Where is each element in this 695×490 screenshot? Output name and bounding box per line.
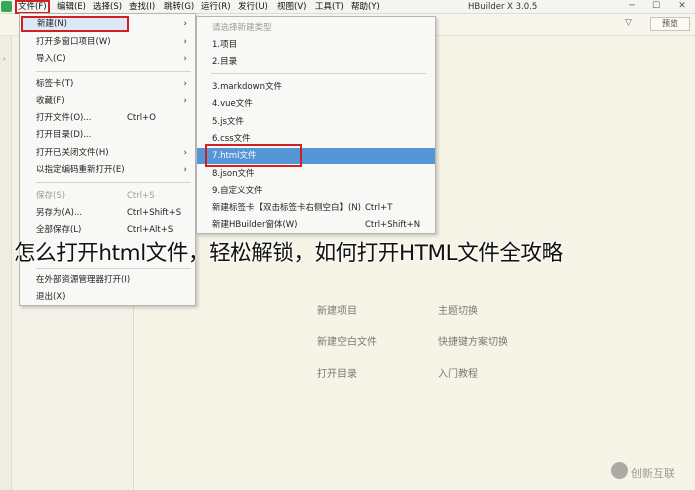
menu-item-label: 5.js文件	[212, 117, 244, 127]
menu-tools[interactable]: 工具(T)	[314, 1, 345, 13]
menu-item-label: 以指定编码重新打开(E)	[36, 165, 125, 175]
left-gutter: ›	[0, 36, 12, 490]
menu-item-new-directory[interactable]: 2.目录	[197, 54, 435, 70]
menu-file[interactable]: 文件(F)	[15, 0, 50, 14]
menu-item-label: 退出(X)	[36, 292, 66, 302]
new-submenu: 请选择新建类型 1.项目 2.目录 3.markdown文件 4.vue文件 5…	[196, 16, 436, 234]
close-button[interactable]: ✕	[672, 0, 692, 13]
menu-item-shortcut: Ctrl+O	[127, 113, 156, 123]
menu-item-label: 新建HBuilder窗体(W)	[212, 220, 298, 230]
menu-item-label: 9.自定义文件	[212, 186, 263, 196]
menu-item-shortcut: Ctrl+T	[365, 203, 393, 213]
menu-separator	[36, 268, 191, 269]
menu-edit[interactable]: 编辑(E)	[56, 1, 87, 13]
menu-item-open-file[interactable]: 打开文件(O)... Ctrl+O	[20, 110, 195, 126]
overlay-caption: 怎么打开html文件，轻松解锁，如何打开HTML文件全攻略	[14, 241, 563, 266]
welcome-link-keymap[interactable]: 快捷键方案切换	[438, 333, 508, 348]
menu-item-reopen-encoding[interactable]: 以指定编码重新打开(E) ›	[20, 162, 195, 178]
menu-run[interactable]: 运行(R)	[200, 1, 232, 13]
welcome-link-new-file[interactable]: 新建空白文件	[317, 333, 377, 348]
welcome-link-new-project[interactable]: 新建项目	[317, 302, 357, 317]
highlight-box	[205, 144, 302, 167]
chevron-right-icon: ›	[183, 165, 187, 175]
menu-item-shortcut: Ctrl+Shift+N	[365, 220, 421, 230]
chevron-right-icon: ›	[183, 79, 187, 89]
menu-item-label: 3.markdown文件	[212, 82, 282, 92]
menu-item-label: 保存(S)	[36, 191, 66, 201]
menu-item-shortcut: Ctrl+S	[127, 191, 155, 201]
menu-item-new-js[interactable]: 5.js文件	[197, 114, 435, 130]
maximize-button[interactable]: ☐	[646, 0, 666, 13]
menu-item-label: 4.vue文件	[212, 99, 253, 109]
menu-separator	[36, 71, 191, 72]
submenu-header-label: 请选择新建类型	[212, 23, 272, 33]
menu-item-shortcut: Ctrl+Shift+S	[127, 208, 182, 218]
menu-item-new-project[interactable]: 1.项目	[197, 37, 435, 53]
watermark-logo-icon	[611, 462, 628, 479]
window-title: HBuilder X 3.0.5	[468, 2, 538, 12]
menu-bar: 文件(F) 编辑(E) 选择(S) 查找(I) 跳转(G) 运行(R) 发行(U…	[0, 0, 695, 14]
menu-goto[interactable]: 跳转(G)	[163, 1, 195, 13]
menu-separator	[36, 182, 191, 183]
menu-item-label: 在外部资源管理器打开(I)	[36, 275, 131, 285]
menu-item-label: 导入(C)	[36, 54, 66, 64]
menu-item-open-closed-file[interactable]: 打开已关闭文件(H) ›	[20, 145, 195, 161]
preview-button[interactable]: 预览	[650, 17, 690, 31]
expand-arrow-icon[interactable]: ›	[3, 55, 6, 63]
menu-item-label: 打开多窗口项目(W)	[36, 37, 111, 47]
watermark-text: 创新互联	[631, 467, 675, 480]
welcome-link-open-dir[interactable]: 打开目录	[317, 365, 357, 380]
menu-item-label: 打开目录(D)...	[36, 130, 92, 140]
menu-item-label: 另存为(A)...	[36, 208, 83, 218]
menu-item-label: 打开文件(O)...	[36, 113, 92, 123]
menu-select[interactable]: 选择(S)	[92, 1, 123, 13]
menu-view[interactable]: 视图(V)	[276, 1, 307, 13]
hbuilder-logo-icon	[1, 1, 12, 12]
menu-publish[interactable]: 发行(U)	[237, 1, 269, 13]
menu-item-new-window[interactable]: 新建HBuilder窗体(W) Ctrl+Shift+N	[197, 217, 435, 233]
submenu-header: 请选择新建类型	[197, 20, 435, 36]
chevron-right-icon: ›	[183, 54, 187, 64]
menu-item-label: 8.json文件	[212, 169, 255, 179]
welcome-link-tutorial[interactable]: 入门教程	[438, 365, 478, 380]
menu-item-label: 收藏(F)	[36, 96, 65, 106]
menu-help[interactable]: 帮助(Y)	[350, 1, 381, 13]
menu-item-exit[interactable]: 退出(X)	[20, 289, 195, 305]
menu-item-open-multi-window[interactable]: 打开多窗口项目(W) ›	[20, 34, 195, 50]
menu-item-label: 打开已关闭文件(H)	[36, 148, 109, 158]
menu-item-new-vue[interactable]: 4.vue文件	[197, 96, 435, 112]
welcome-link-theme[interactable]: 主题切换	[438, 302, 478, 317]
menu-item-save[interactable]: 保存(S) Ctrl+S	[20, 188, 195, 204]
menu-item-save-as[interactable]: 另存为(A)... Ctrl+Shift+S	[20, 205, 195, 221]
funnel-icon[interactable]: ▽	[625, 18, 632, 28]
menu-item-new-markdown[interactable]: 3.markdown文件	[197, 79, 435, 95]
minimize-button[interactable]: ─	[622, 0, 642, 13]
menu-item-label: 1.项目	[212, 40, 238, 50]
menu-find[interactable]: 查找(I)	[128, 1, 156, 13]
menu-separator	[211, 73, 426, 74]
menu-item-label: 标签卡(T)	[36, 79, 74, 89]
menu-item-import[interactable]: 导入(C) ›	[20, 51, 195, 67]
menu-item-new[interactable]: 新建(N)	[21, 16, 129, 32]
menu-item-label: 新建标签卡【双击标签卡右侧空白】(N)	[212, 203, 361, 213]
menu-item-label: 2.目录	[212, 57, 238, 67]
menu-item-label: 新建(N)	[37, 19, 67, 29]
chevron-right-icon: ›	[183, 96, 187, 106]
menu-item-new-json[interactable]: 8.json文件	[197, 166, 435, 182]
menu-item-favorites[interactable]: 收藏(F) ›	[20, 93, 195, 109]
chevron-right-icon: ›	[183, 37, 187, 47]
chevron-right-icon: ›	[183, 148, 187, 158]
menu-item-new-custom[interactable]: 9.自定义文件	[197, 183, 435, 199]
menu-item-open-directory[interactable]: 打开目录(D)...	[20, 127, 195, 143]
menu-item-new-tab[interactable]: 新建标签卡【双击标签卡右侧空白】(N) Ctrl+T	[197, 200, 435, 216]
menu-item-tabs[interactable]: 标签卡(T) ›	[20, 76, 195, 92]
menu-item-open-in-explorer[interactable]: 在外部资源管理器打开(I)	[20, 272, 195, 288]
